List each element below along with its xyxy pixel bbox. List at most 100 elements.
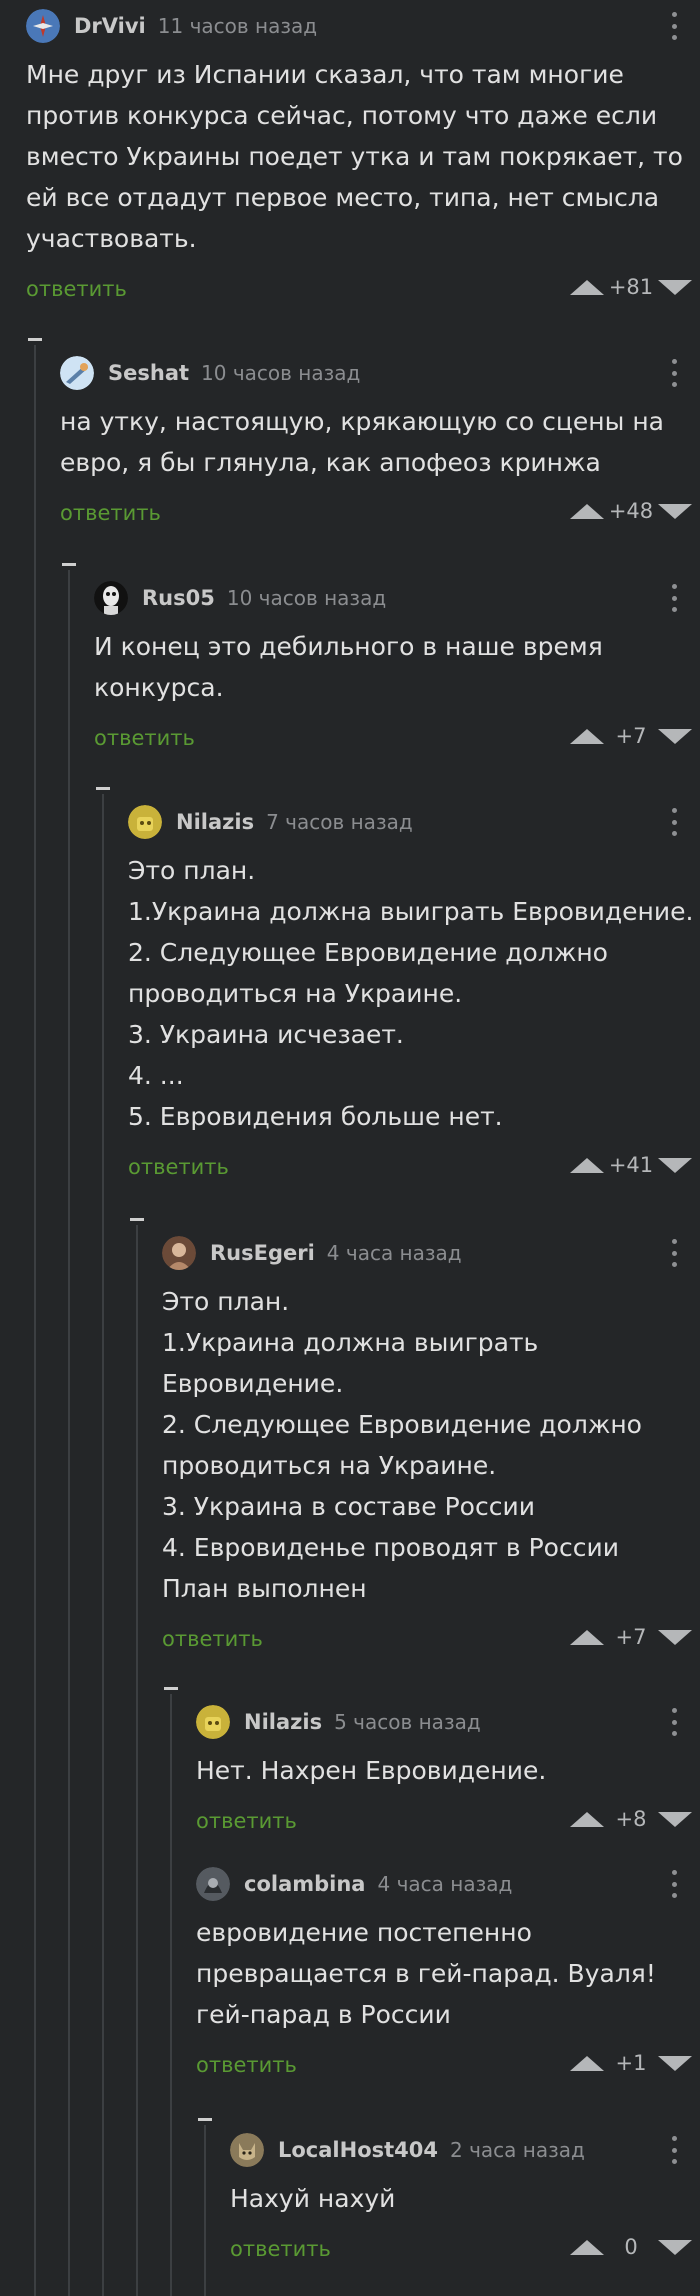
downvote-icon[interactable]	[658, 2239, 692, 2255]
comment-thread: DrVivi 11 часов назад Мне друг из Испани…	[0, 0, 700, 2296]
author-name[interactable]: Nilazis	[244, 1710, 322, 1734]
reply-button[interactable]: ответить	[94, 726, 195, 750]
avatar-colambina-icon[interactable]	[196, 1867, 230, 1901]
reply-button[interactable]: ответить	[196, 1809, 297, 1833]
comment-header: RusEgeri 4 часа назад	[162, 1227, 700, 1279]
reply-button[interactable]: ответить	[60, 501, 161, 525]
more-options-icon[interactable]	[670, 1870, 678, 1898]
collapse-toggle-icon[interactable]	[198, 2118, 212, 2121]
upvote-icon[interactable]	[570, 2239, 604, 2255]
comment: Nilazis 5 часов назад Нет. Нахрен Еврови…	[196, 1696, 700, 1845]
rating-score: +81	[608, 275, 654, 299]
more-options-icon[interactable]	[670, 12, 678, 40]
rating-score: +48	[608, 499, 654, 523]
comment: Seshat 10 часов назад на утку, настоящую…	[60, 347, 700, 537]
thread-line[interactable]	[204, 2125, 206, 2296]
avatar-rus05-icon[interactable]	[94, 581, 128, 615]
avatar-nilazis-icon[interactable]	[196, 1705, 230, 1739]
comment-time[interactable]: 10 часов назад	[201, 361, 360, 385]
comment: Rus05 10 часов назад И конец это дебильн…	[94, 572, 700, 762]
comment-footer: ответить +41	[128, 1147, 700, 1191]
thread-line[interactable]	[102, 794, 104, 2296]
comment-footer: ответить +7	[94, 718, 700, 762]
rating-score: +7	[615, 724, 647, 748]
rating: +48	[570, 499, 692, 523]
comment-text: И конец это дебильного в наше время конк…	[94, 632, 603, 702]
more-options-icon[interactable]	[670, 808, 678, 836]
downvote-icon[interactable]	[658, 728, 692, 744]
author-name[interactable]: Nilazis	[176, 810, 254, 834]
downvote-icon[interactable]	[658, 2055, 692, 2071]
author-name[interactable]: LocalHost404	[278, 2138, 438, 2162]
rating-score: +8	[615, 1807, 647, 1831]
comment-time[interactable]: 2 часа назад	[450, 2138, 585, 2162]
downvote-icon[interactable]	[658, 503, 692, 519]
comment-time[interactable]: 4 часа назад	[327, 1241, 462, 1265]
comment-time[interactable]: 11 часов назад	[158, 14, 317, 38]
reply-button[interactable]: ответить	[230, 2237, 331, 2261]
comment-header: Rus05 10 часов назад	[94, 572, 700, 624]
comment-time[interactable]: 4 часа назад	[377, 1872, 512, 1896]
rating: +7	[570, 1625, 692, 1649]
thread-line[interactable]	[34, 345, 36, 2296]
avatar-drvivi-icon[interactable]	[26, 9, 60, 43]
avatar-localhost404-icon[interactable]	[230, 2133, 264, 2167]
upvote-icon[interactable]	[570, 1629, 604, 1645]
collapse-toggle-icon[interactable]	[130, 1218, 144, 1221]
avatar-nilazis-icon[interactable]	[128, 805, 162, 839]
comment-text: евровидение постепенно превращается в ге…	[196, 1918, 656, 2029]
more-options-icon[interactable]	[670, 1708, 678, 1736]
rating: +41	[570, 1153, 692, 1177]
upvote-icon[interactable]	[570, 1811, 604, 1827]
comment-text: Это план. 1.Украина должна выиграть Евро…	[162, 1287, 642, 1603]
thread-line[interactable]	[68, 570, 70, 2296]
upvote-icon[interactable]	[570, 1157, 604, 1173]
rating: +81	[570, 275, 692, 299]
more-options-icon[interactable]	[670, 584, 678, 612]
comment: DrVivi 11 часов назад Мне друг из Испани…	[26, 0, 700, 313]
comment-footer: ответить +8	[196, 1801, 700, 1845]
author-name[interactable]: Rus05	[142, 586, 215, 610]
comment-time[interactable]: 7 часов назад	[266, 810, 413, 834]
collapse-toggle-icon[interactable]	[164, 1687, 178, 1690]
comment-time[interactable]: 10 часов назад	[227, 586, 386, 610]
collapse-toggle-icon[interactable]	[96, 787, 110, 790]
avatar-rusegeri-icon[interactable]	[162, 1236, 196, 1270]
reply-button[interactable]: ответить	[26, 277, 127, 301]
author-name[interactable]: RusEgeri	[210, 1241, 315, 1265]
reply-button[interactable]: ответить	[196, 2053, 297, 2077]
rating-score: +7	[615, 1625, 647, 1649]
more-options-icon[interactable]	[670, 359, 678, 387]
comment: LocalHost404 2 часа назад Нахуй нахуй от…	[230, 2124, 700, 2273]
upvote-icon[interactable]	[570, 2055, 604, 2071]
comment-text: на утку, настоящую, крякающую со сцены н…	[60, 407, 664, 477]
reply-button[interactable]: ответить	[162, 1627, 263, 1651]
comment: RusEgeri 4 часа назад Это план. 1.Украин…	[162, 1227, 700, 1663]
downvote-icon[interactable]	[658, 1629, 692, 1645]
avatar-seshat-icon[interactable]	[60, 356, 94, 390]
upvote-icon[interactable]	[570, 279, 604, 295]
rating-score: +41	[608, 1153, 654, 1177]
downvote-icon[interactable]	[658, 1811, 692, 1827]
author-name[interactable]: DrVivi	[74, 14, 146, 38]
reply-button[interactable]: ответить	[128, 1155, 229, 1179]
comment-time[interactable]: 5 часов назад	[334, 1710, 481, 1734]
comment-footer: ответить +7	[162, 1619, 700, 1663]
downvote-icon[interactable]	[658, 1157, 692, 1173]
downvote-icon[interactable]	[658, 279, 692, 295]
more-options-icon[interactable]	[670, 1239, 678, 1267]
collapse-toggle-icon[interactable]	[28, 338, 42, 341]
upvote-icon[interactable]	[570, 503, 604, 519]
upvote-icon[interactable]	[570, 728, 604, 744]
comment: colambina 4 часа назад евровидение посте…	[196, 1858, 700, 2089]
thread-line[interactable]	[136, 1225, 138, 2296]
comment-header: Seshat 10 часов назад	[60, 347, 700, 399]
thread-line[interactable]	[170, 1694, 172, 2296]
comment-text: Нет. Нахрен Евровидение.	[196, 1756, 547, 1785]
collapse-toggle-icon[interactable]	[62, 563, 76, 566]
comment-header: LocalHost404 2 часа назад	[230, 2124, 700, 2176]
rating-score: 0	[624, 2235, 638, 2259]
author-name[interactable]: colambina	[244, 1872, 365, 1896]
author-name[interactable]: Seshat	[108, 361, 189, 385]
more-options-icon[interactable]	[670, 2136, 678, 2164]
